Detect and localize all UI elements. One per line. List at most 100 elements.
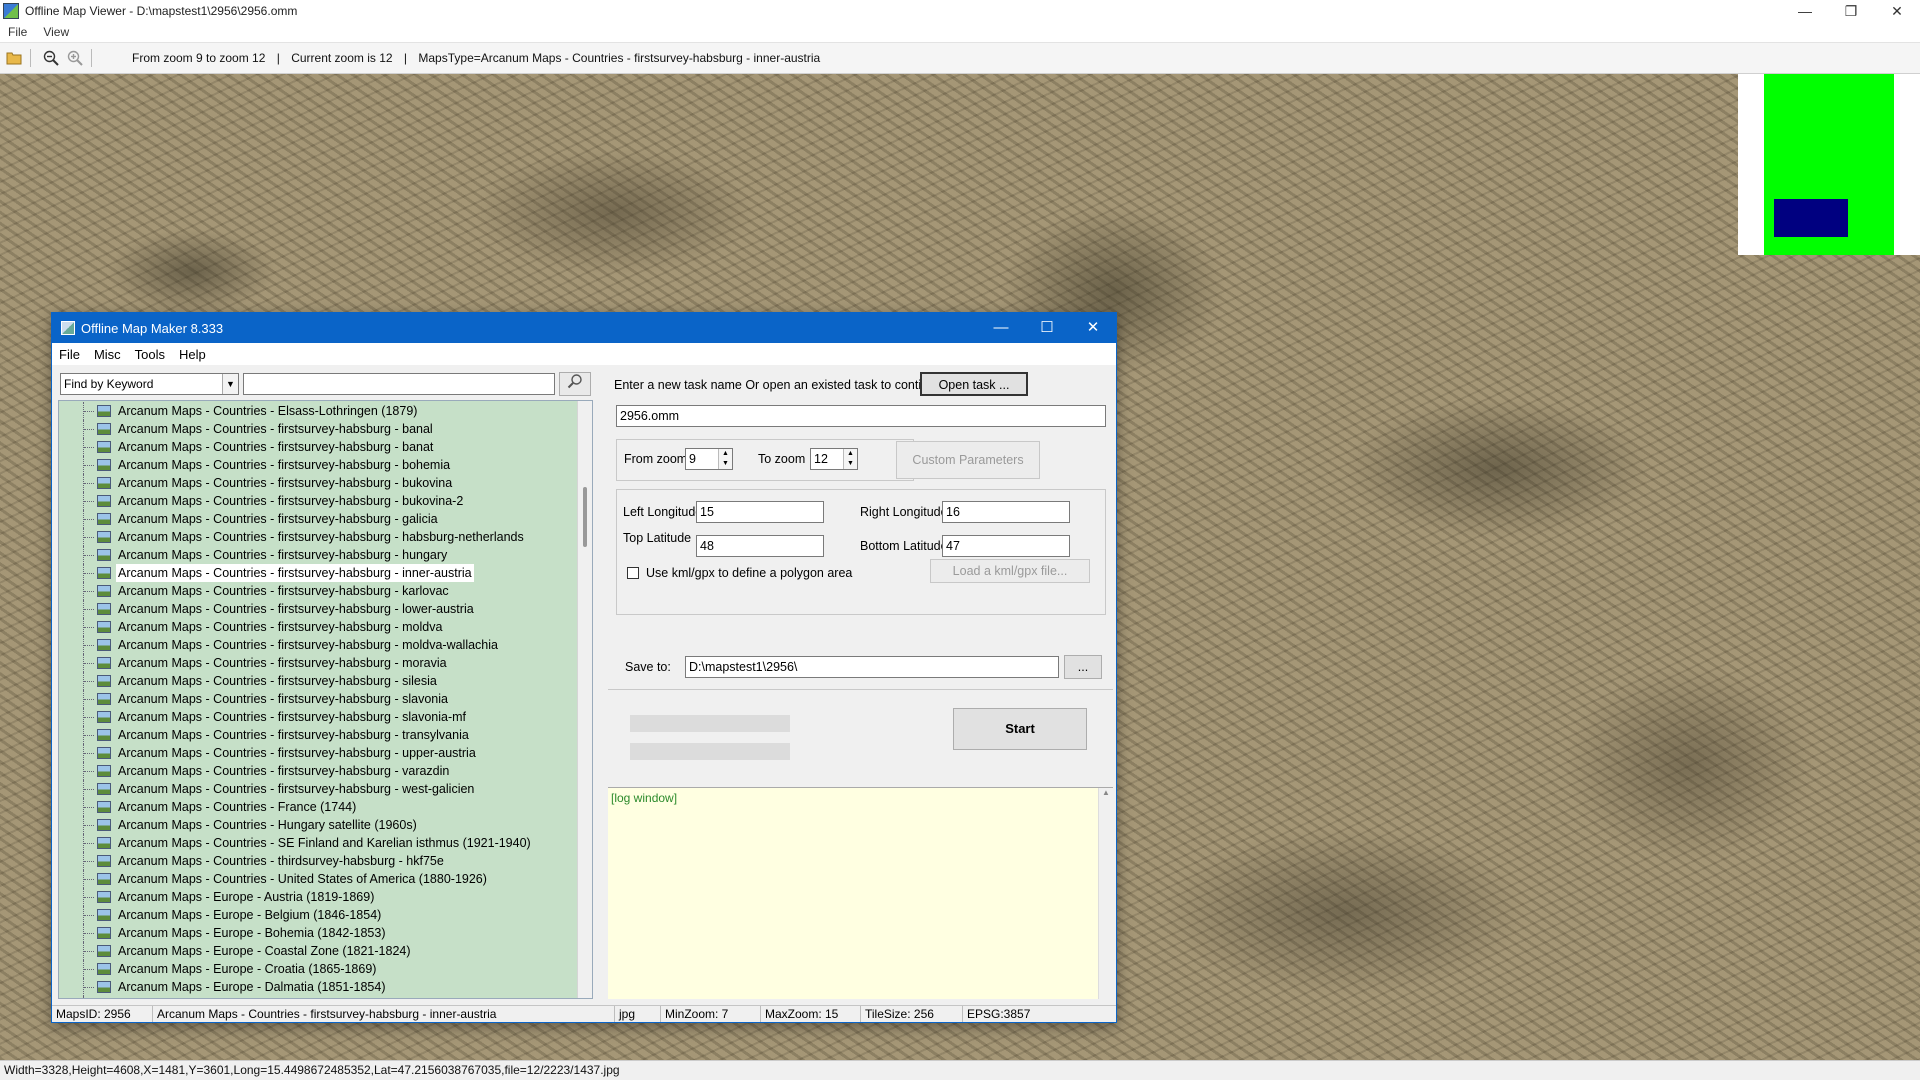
tree-item[interactable]: Arcanum Maps - Countries - Hungary satel… xyxy=(59,816,577,834)
open-task-button[interactable]: Open task ... xyxy=(920,372,1028,396)
tree-item[interactable]: Arcanum Maps - Countries - firstsurvey-h… xyxy=(59,654,577,672)
tree-item[interactable]: Arcanum Maps - Europe - Bohemia (1842-18… xyxy=(59,924,577,942)
dialog-menu-file[interactable]: File xyxy=(59,347,80,362)
tree-item-label: Arcanum Maps - Countries - United States… xyxy=(118,872,487,886)
open-folder-icon[interactable] xyxy=(4,48,24,68)
tree-item[interactable]: Arcanum Maps - Countries - France (1744) xyxy=(59,798,577,816)
bottom-latitude-input[interactable]: 47 xyxy=(942,535,1070,557)
tree-item[interactable]: Arcanum Maps - Europe - Dalmatia (1851-1… xyxy=(59,978,577,996)
top-latitude-input[interactable]: 48 xyxy=(696,535,824,557)
tree-item[interactable]: Arcanum Maps - Countries - firstsurvey-h… xyxy=(59,726,577,744)
tree-item[interactable]: Arcanum Maps - Europe - Belgium (1846-18… xyxy=(59,906,577,924)
tree-item[interactable]: Arcanum Maps - Countries - firstsurvey-h… xyxy=(59,474,577,492)
tree-item[interactable]: Arcanum Maps - Countries - firstsurvey-h… xyxy=(59,708,577,726)
log-scrollbar[interactable]: ▲ xyxy=(1098,788,1113,999)
tree-scrollbar[interactable] xyxy=(577,401,592,998)
search-button[interactable] xyxy=(559,372,591,396)
dialog-status-bar: MapsID: 2956 Arcanum Maps - Countries - … xyxy=(52,1005,1116,1022)
load-kml-button[interactable]: Load a kml/gpx file... xyxy=(930,559,1090,583)
tree-item[interactable]: Arcanum Maps - Countries - firstsurvey-h… xyxy=(59,546,577,564)
tree-item-label: Arcanum Maps - Countries - France (1744) xyxy=(118,800,357,814)
tree-item-label: Arcanum Maps - Countries - firstsurvey-h… xyxy=(118,710,467,724)
status-tile-size: TileSize: 256 xyxy=(860,1006,934,1022)
right-longitude-input[interactable]: 16 xyxy=(942,501,1070,523)
tree-item[interactable]: Arcanum Maps - Countries - firstsurvey-h… xyxy=(59,420,577,438)
tree-connector xyxy=(83,924,95,942)
save-to-input[interactable]: D:\mapstest1\2956\ xyxy=(685,656,1059,678)
tree-item[interactable]: Arcanum Maps - Europe - England and Wale… xyxy=(59,996,577,998)
search-input[interactable] xyxy=(243,373,555,395)
tree-item[interactable]: Arcanum Maps - Countries - firstsurvey-h… xyxy=(59,438,577,456)
tree-item[interactable]: Arcanum Maps - Europe - Croatia (1865-18… xyxy=(59,960,577,978)
dialog-menu-tools[interactable]: Tools xyxy=(135,347,165,362)
tree-connector xyxy=(83,708,95,726)
left-longitude-input[interactable]: 15 xyxy=(696,501,824,523)
tree-item[interactable]: Arcanum Maps - Countries - SE Finland an… xyxy=(59,834,577,852)
close-button[interactable]: ✕ xyxy=(1874,0,1920,22)
tree-item[interactable]: Arcanum Maps - Countries - Elsass-Lothri… xyxy=(59,402,577,420)
log-window[interactable]: [log window] ▲ xyxy=(608,787,1113,999)
dialog-minimize-button[interactable]: — xyxy=(978,313,1024,343)
map-image-icon xyxy=(97,459,111,471)
tree-item[interactable]: Arcanum Maps - Countries - firstsurvey-h… xyxy=(59,618,577,636)
dialog-close-button[interactable]: ✕ xyxy=(1070,313,1116,343)
tree-item[interactable]: Arcanum Maps - Countries - firstsurvey-h… xyxy=(59,510,577,528)
browse-button[interactable]: ... xyxy=(1064,655,1102,679)
map-image-icon xyxy=(97,621,111,633)
tree-item[interactable]: Arcanum Maps - Countries - United States… xyxy=(59,870,577,888)
tree-item-label: Arcanum Maps - Countries - firstsurvey-h… xyxy=(118,728,469,742)
map-image-icon xyxy=(97,945,111,957)
from-zoom-stepper[interactable]: 9 ▲ ▼ xyxy=(685,448,733,470)
custom-parameters-button[interactable]: Custom Parameters xyxy=(896,441,1040,479)
toolbar-info: From zoom 9 to zoom 12 | Current zoom is… xyxy=(128,51,824,65)
start-button[interactable]: Start xyxy=(953,708,1087,750)
map-tree[interactable]: Arcanum Maps - Countries - Elsass-Lothri… xyxy=(58,400,593,999)
zoom-in-icon[interactable] xyxy=(65,48,85,68)
map-image-icon xyxy=(97,693,111,705)
map-image-icon xyxy=(97,765,111,777)
tree-item[interactable]: Arcanum Maps - Countries - firstsurvey-h… xyxy=(59,744,577,762)
dialog-menu-help[interactable]: Help xyxy=(179,347,206,362)
map-maker-dialog: Offline Map Maker 8.333 — ☐ ✕ File Misc … xyxy=(51,312,1117,1023)
search-type-select[interactable]: Find by Keyword ▼ xyxy=(60,373,239,395)
dialog-menu-misc[interactable]: Misc xyxy=(94,347,121,362)
tree-item[interactable]: Arcanum Maps - Countries - firstsurvey-h… xyxy=(59,780,577,798)
menu-view[interactable]: View xyxy=(43,25,69,39)
tree-item-label: Arcanum Maps - Countries - Hungary satel… xyxy=(118,818,417,832)
tree-item[interactable]: Arcanum Maps - Countries - firstsurvey-h… xyxy=(59,636,577,654)
overview-minimap[interactable] xyxy=(1738,74,1920,255)
tree-item[interactable]: Arcanum Maps - Countries - thirdsurvey-h… xyxy=(59,852,577,870)
tree-item[interactable]: Arcanum Maps - Countries - firstsurvey-h… xyxy=(59,456,577,474)
tree-item[interactable]: Arcanum Maps - Europe - Coastal Zone (18… xyxy=(59,942,577,960)
restore-button[interactable]: ❐ xyxy=(1828,0,1874,22)
tree-item[interactable]: Arcanum Maps - Countries - firstsurvey-h… xyxy=(59,600,577,618)
dialog-maximize-button[interactable]: ☐ xyxy=(1024,313,1070,343)
dialog-title-bar[interactable]: Offline Map Maker 8.333 — ☐ ✕ xyxy=(52,313,1116,343)
tree-item[interactable]: Arcanum Maps - Europe - Austria (1819-18… xyxy=(59,888,577,906)
task-name-input[interactable]: 2956.omm xyxy=(616,405,1106,427)
map-image-icon xyxy=(97,963,111,975)
menu-file[interactable]: File xyxy=(8,25,27,39)
from-zoom-spin[interactable]: ▲ ▼ xyxy=(718,449,732,469)
tree-item-label: Arcanum Maps - Europe - Belgium (1846-18… xyxy=(118,908,382,922)
tree-item[interactable]: Arcanum Maps - Countries - firstsurvey-h… xyxy=(59,492,577,510)
tree-scrollbar-thumb[interactable] xyxy=(583,487,587,547)
tree-item[interactable]: Arcanum Maps - Countries - firstsurvey-h… xyxy=(59,690,577,708)
to-zoom-label: To zoom xyxy=(758,452,806,466)
minimize-button[interactable]: — xyxy=(1782,0,1828,22)
map-image-icon xyxy=(97,873,111,885)
current-zoom-text: Current zoom is 12 xyxy=(291,51,393,65)
tree-item[interactable]: Arcanum Maps - Countries - firstsurvey-h… xyxy=(59,762,577,780)
to-zoom-stepper[interactable]: 12 ▲ ▼ xyxy=(810,448,858,470)
tree-connector xyxy=(83,510,95,528)
overview-viewport[interactable] xyxy=(1774,199,1848,237)
kml-checkbox[interactable] xyxy=(627,567,639,579)
zoom-out-icon[interactable] xyxy=(41,48,61,68)
tree-item-label: Arcanum Maps - Countries - firstsurvey-h… xyxy=(118,764,450,778)
tree-item[interactable]: Arcanum Maps - Countries - firstsurvey-h… xyxy=(59,528,577,546)
chevron-down-icon[interactable]: ▼ xyxy=(222,374,238,394)
to-zoom-spin[interactable]: ▲ ▼ xyxy=(843,449,857,469)
tree-item[interactable]: Arcanum Maps - Countries - firstsurvey-h… xyxy=(59,564,577,582)
tree-item[interactable]: Arcanum Maps - Countries - firstsurvey-h… xyxy=(59,582,577,600)
tree-item[interactable]: Arcanum Maps - Countries - firstsurvey-h… xyxy=(59,672,577,690)
